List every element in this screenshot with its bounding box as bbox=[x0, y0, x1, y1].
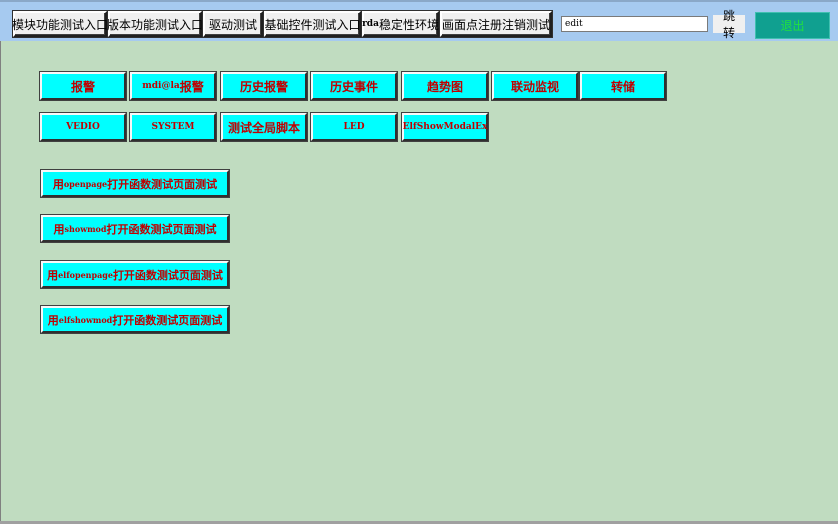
button-label-mid: elfshowmod bbox=[58, 314, 113, 325]
button-label-pre: 用 bbox=[47, 313, 59, 327]
button-label: 模块功能测试入口 bbox=[12, 17, 109, 32]
module-test-entry-button[interactable]: 模块功能测试入口 bbox=[12, 11, 109, 37]
button-label: 画面点注册注销测试 bbox=[442, 17, 551, 32]
alarm-button[interactable]: 报警 bbox=[40, 72, 126, 100]
button-label: 测试全局脚本 bbox=[227, 120, 300, 135]
exit-button[interactable]: 退出 bbox=[755, 12, 830, 39]
jump-button[interactable]: 跳转 bbox=[713, 9, 745, 40]
button-label: VEDIO bbox=[66, 122, 100, 132]
button-label: 报警 bbox=[70, 79, 95, 94]
history-event-button[interactable]: 历史事件 bbox=[311, 72, 397, 100]
elfopenpage-test-button[interactable]: 用 elfopenpage 打开函数测试页面测试 bbox=[41, 261, 229, 288]
rda-stability-env-button[interactable]: rda 稳定性环境 bbox=[362, 11, 439, 37]
elfshowmod-test-button[interactable]: 用 elfshowmod 打开函数测试页面测试 bbox=[41, 306, 229, 333]
button-label-prefix: mdi@la bbox=[142, 81, 180, 91]
version-test-entry-button[interactable]: 版本功能测试入口 bbox=[107, 11, 204, 37]
jump-target-input[interactable] bbox=[561, 16, 708, 32]
button-label-post: 打开函数测试页面测试 bbox=[107, 177, 218, 191]
mdi-alarm-button[interactable]: mdi@la 报警 bbox=[130, 72, 216, 100]
button-label: 驱动测试 bbox=[208, 17, 257, 32]
button-label: 转储 bbox=[610, 79, 635, 94]
system-button[interactable]: SYSTEM bbox=[130, 113, 216, 141]
openpage-test-button[interactable]: 用 openpage 打开函数测试页面测试 bbox=[41, 170, 229, 197]
trend-chart-button[interactable]: 趋势图 bbox=[402, 72, 488, 100]
test-global-script-button[interactable]: 测试全局脚本 bbox=[221, 113, 307, 141]
button-label-post: 打开函数测试页面测试 bbox=[106, 222, 217, 236]
button-label: 联动监视 bbox=[510, 79, 559, 94]
button-label-prefix: rda bbox=[362, 19, 379, 29]
basic-controls-test-button[interactable]: 基础控件测试入口 bbox=[264, 11, 361, 37]
button-label-mid: elfopenpage bbox=[58, 269, 113, 280]
button-label: 稳定性环境 bbox=[378, 17, 439, 32]
top-toolbar: 模块功能测试入口 版本功能测试入口 驱动测试 基础控件测试入口 rda 稳定性环境… bbox=[0, 0, 838, 41]
driver-test-button[interactable]: 驱动测试 bbox=[203, 11, 263, 37]
history-alarm-button[interactable]: 历史报警 bbox=[221, 72, 307, 100]
button-label: 跳转 bbox=[722, 9, 735, 40]
button-label: 基础控件测试入口 bbox=[264, 17, 361, 32]
button-label-mid: openpage bbox=[63, 178, 108, 189]
screen-point-register-test-button[interactable]: 画面点注册注销测试 bbox=[440, 11, 552, 37]
button-label: LED bbox=[343, 122, 365, 132]
button-label: 历史事件 bbox=[329, 79, 378, 94]
dump-button[interactable]: 转储 bbox=[580, 72, 666, 100]
button-label-mid: showmod bbox=[64, 223, 107, 234]
button-label: 历史报警 bbox=[239, 79, 288, 94]
vedio-button[interactable]: VEDIO bbox=[40, 113, 126, 141]
button-label: ElfShowModalEx bbox=[402, 122, 488, 132]
button-label-pre: 用 bbox=[53, 222, 65, 236]
button-label-post: 打开函数测试页面测试 bbox=[112, 268, 223, 282]
button-label: 报警 bbox=[179, 79, 204, 94]
button-label-pre: 用 bbox=[47, 268, 59, 282]
linked-monitor-button[interactable]: 联动监视 bbox=[492, 72, 578, 100]
window-border bbox=[0, 0, 1, 524]
button-label: 趋势图 bbox=[426, 79, 463, 94]
button-label: SYSTEM bbox=[151, 122, 195, 132]
button-label: 退出 bbox=[780, 19, 805, 33]
showmod-test-button[interactable]: 用 showmod 打开函数测试页面测试 bbox=[41, 215, 229, 242]
led-button[interactable]: LED bbox=[311, 113, 397, 141]
button-label: 版本功能测试入口 bbox=[107, 17, 204, 32]
button-label-post: 打开函数测试页面测试 bbox=[112, 313, 223, 327]
button-label-pre: 用 bbox=[52, 177, 64, 191]
elf-show-modal-ex-button[interactable]: ElfShowModalEx bbox=[402, 113, 488, 141]
